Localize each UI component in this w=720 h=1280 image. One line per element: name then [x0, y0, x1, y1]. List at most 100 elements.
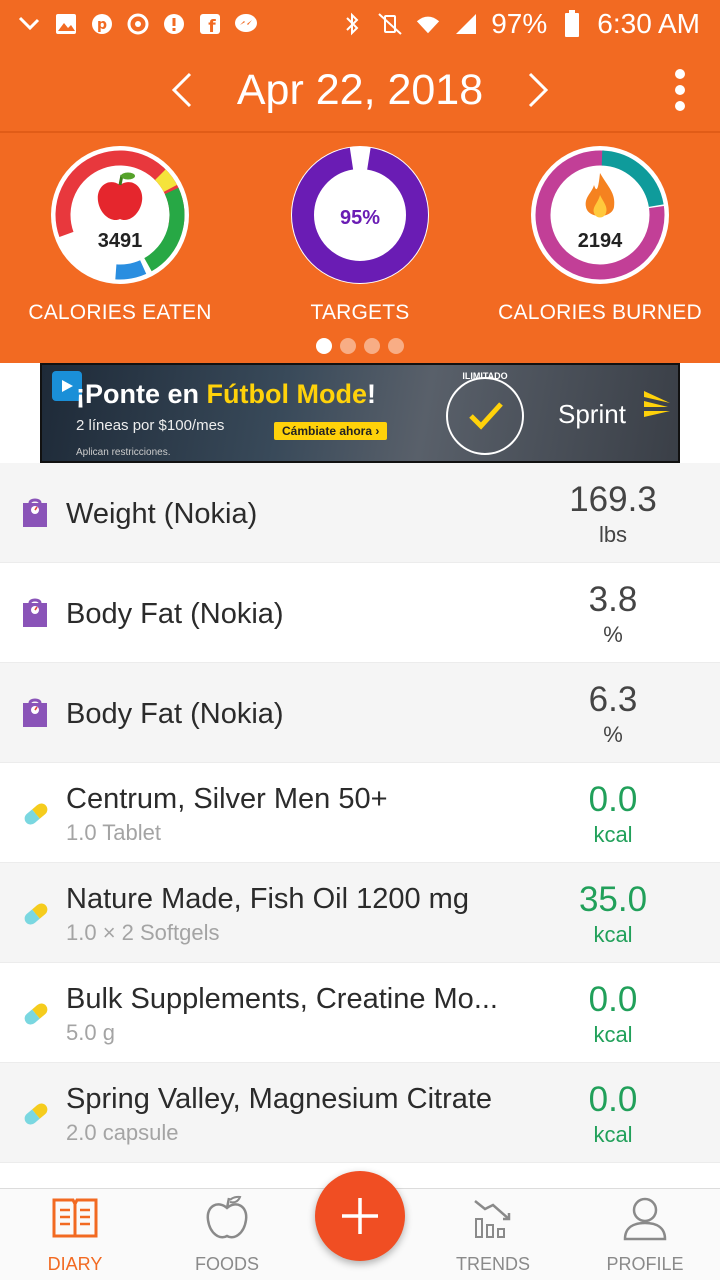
entry-unit: kcal	[593, 1022, 633, 1047]
diary-entry-row[interactable]: Nature Made, Fish Oil 1200 mg 1.0 × 2 Sof…	[0, 863, 720, 963]
chevron-right-icon	[528, 72, 549, 108]
nav-trends-label: TRENDS	[455, 1254, 530, 1274]
diary-entry-row[interactable]: Spring Valley, Magnesium Citrate 2.0 caps…	[0, 1063, 720, 1163]
diary-entry-row[interactable]: Bulk Supplements, Creatine Mo... 5.0 g 0.0…	[0, 963, 720, 1063]
diary-entry-row[interactable]: Weight (Nokia) 169.3 lbs	[0, 463, 720, 563]
ad-headline-prefix: ¡Ponte en	[76, 379, 207, 409]
diary-entry-list: Weight (Nokia) 169.3 lbs Body Fat (Nokia) 3.…	[0, 463, 720, 1163]
entry-title: Spring Valley, Magnesium Citrate	[66, 1083, 493, 1115]
page-dot[interactable]	[364, 338, 380, 354]
entry-unit: %	[603, 622, 623, 647]
targets-label: TARGETS	[310, 301, 410, 324]
ad-banner[interactable]: ¡Ponte en Fútbol Mode! 2 líneas por $100…	[40, 363, 680, 463]
calories-burned-card[interactable]: 2194 CALORIES BURNED	[480, 145, 720, 325]
page-dot[interactable]	[340, 338, 356, 354]
plus-icon	[342, 1198, 378, 1234]
facebook-icon: f	[198, 12, 222, 36]
current-date[interactable]: Apr 22, 2018	[200, 62, 520, 118]
entry-value: 0.0	[588, 1080, 638, 1119]
add-entry-button[interactable]	[315, 1171, 405, 1261]
calories-eaten-value: 3491	[98, 230, 143, 252]
entry-value: 35.0	[578, 880, 648, 919]
previous-day-button[interactable]	[158, 66, 206, 114]
entry-value: 0.0	[588, 980, 638, 1019]
scale-icon	[19, 597, 53, 631]
sync-icon	[126, 12, 150, 36]
nav-profile-label: PROFILE	[606, 1254, 684, 1274]
svg-text:p: p	[97, 17, 107, 33]
entry-subtitle: 2.0 capsule	[66, 1120, 179, 1145]
pill-icon	[19, 897, 53, 931]
battery-percent: 97%	[491, 8, 548, 39]
nav-diary-label: DIARY	[47, 1254, 103, 1274]
entry-subtitle: 1.0 × 2 Softgels	[66, 920, 220, 945]
page-indicator	[0, 338, 720, 354]
nav-foods-label: FOODS	[194, 1254, 259, 1274]
targets-card[interactable]: 95% TARGETS	[240, 145, 480, 325]
scale-icon	[19, 497, 53, 531]
entry-unit: kcal	[593, 1122, 633, 1147]
gallery-icon	[54, 12, 78, 36]
system-status: 97% 6:30 AM	[339, 8, 700, 40]
nav-foods[interactable]: FOODS	[162, 1189, 292, 1280]
nav-trends[interactable]: TRENDS	[428, 1189, 558, 1280]
entry-unit: %	[603, 722, 623, 747]
entry-unit: lbs	[598, 522, 628, 547]
entry-value: 6.3	[588, 680, 638, 719]
diary-entry-row[interactable]: Centrum, Silver Men 50+ 1.0 Tablet 0.0 kcal	[0, 763, 720, 863]
ad-brand: Sprint	[558, 399, 626, 429]
date-header: Apr 22, 2018	[0, 48, 720, 132]
messenger-icon	[234, 12, 258, 36]
checkmark-badge-icon	[446, 377, 524, 455]
svg-text:f: f	[208, 17, 216, 35]
daily-summary[interactable]: 3491 CALORIES EATEN 95% TARGETS 2194 CAL…	[0, 133, 720, 363]
entry-value: 3.8	[588, 580, 638, 619]
status-bar: p f 97% 6:30 AM	[0, 0, 720, 48]
entry-title: Bulk Supplements, Creatine Mo...	[66, 983, 498, 1015]
calories-burned-label: CALORIES BURNED	[498, 301, 702, 324]
ad-badge-text: ILIMITADO	[462, 371, 508, 381]
ad-headline-suffix: !	[366, 379, 376, 409]
page-dot[interactable]	[388, 338, 404, 354]
calories-eaten-label: CALORIES EATEN	[28, 301, 212, 324]
entry-unit: kcal	[593, 822, 633, 847]
calories-eaten-ring: 3491	[51, 146, 189, 284]
calories-eaten-card[interactable]: 3491 CALORIES EATEN	[0, 145, 240, 325]
notification-icons: p f	[18, 12, 258, 36]
entry-value: 0.0	[588, 780, 638, 819]
ad-cta-button[interactable]: Cámbiate ahora ›	[274, 422, 388, 440]
battery-icon	[559, 10, 585, 37]
targets-ring: 95%	[291, 146, 429, 284]
diary-entry-row[interactable]: Body Fat (Nokia) 6.3%	[0, 663, 720, 763]
entry-subtitle: 1.0 Tablet	[66, 820, 162, 845]
nav-profile[interactable]: PROFILE	[580, 1189, 710, 1280]
ad-headline: ¡Ponte en Fútbol Mode!	[76, 379, 376, 410]
ad-legal-text: Aplican restricciones.	[76, 447, 171, 458]
entry-title: Centrum, Silver Men 50+	[66, 783, 388, 815]
entry-title: Nature Made, Fish Oil 1200 mg	[66, 883, 469, 915]
pill-icon	[19, 1097, 53, 1131]
profile-person-icon	[621, 1193, 669, 1243]
missed-call-icon	[18, 12, 42, 36]
trends-chart-icon	[469, 1193, 517, 1243]
pill-icon	[19, 997, 53, 1031]
sprint-logo-icon	[644, 391, 670, 417]
nav-diary[interactable]: DIARY	[10, 1189, 140, 1280]
entry-title: Body Fat (Nokia)	[66, 598, 284, 630]
targets-value: 95%	[340, 207, 380, 229]
entry-subtitle: 5.0 g	[66, 1020, 115, 1045]
entry-title: Body Fat (Nokia)	[66, 698, 284, 730]
next-day-button[interactable]	[514, 66, 562, 114]
pill-icon	[19, 797, 53, 831]
more-vertical-icon	[675, 69, 685, 111]
chevron-left-icon	[171, 72, 192, 108]
overflow-menu-button[interactable]	[656, 66, 704, 114]
diary-entry-row[interactable]: Body Fat (Nokia) 3.8%	[0, 563, 720, 663]
scale-icon	[19, 697, 53, 731]
entry-title: Weight (Nokia)	[66, 498, 258, 530]
entry-unit: kcal	[593, 922, 633, 947]
wifi-icon	[415, 11, 441, 37]
page-dot[interactable]	[316, 338, 332, 354]
ad-headline-accent: Fútbol Mode	[206, 379, 367, 409]
calories-burned-ring: 2194	[531, 146, 669, 284]
